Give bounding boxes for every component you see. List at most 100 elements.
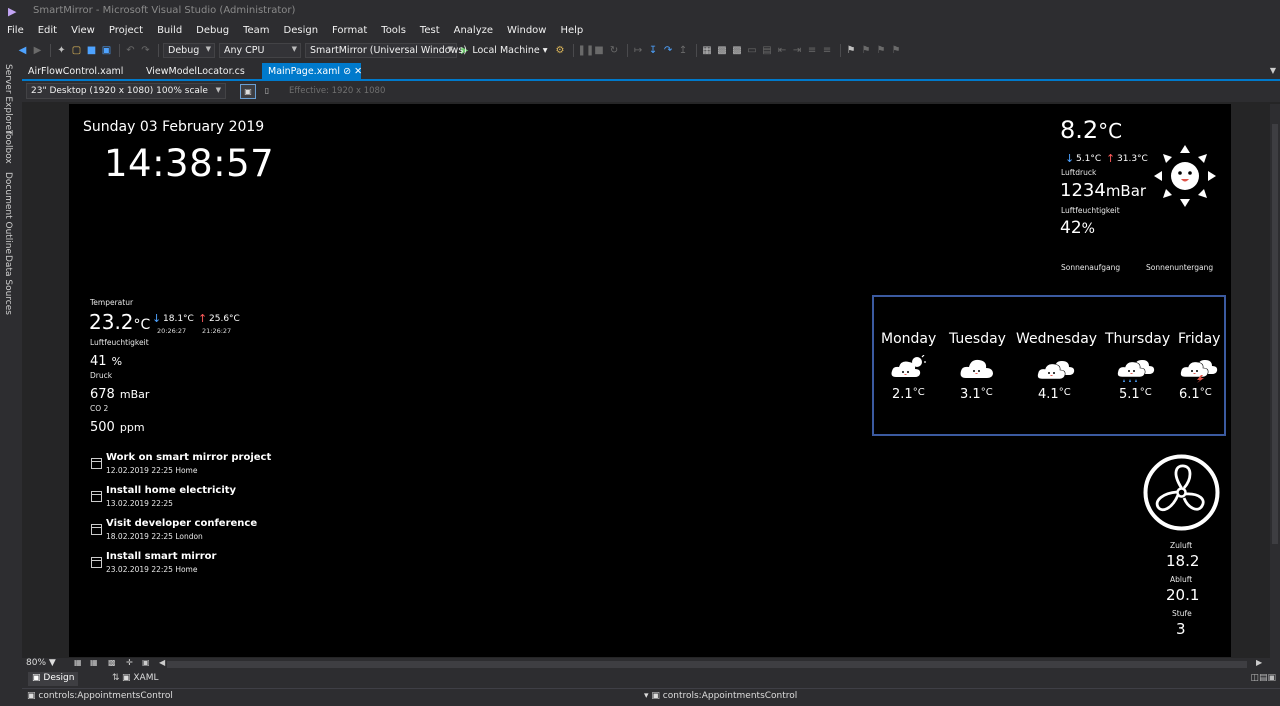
bookmark-icon[interactable]: ⚑ (845, 45, 858, 56)
toolbox-tab[interactable]: Toolbox (3, 130, 13, 164)
tab-list-dropdown-icon[interactable]: ▼ (1270, 66, 1276, 75)
indoor-humidity: 41 % (90, 350, 122, 369)
platform-combo[interactable]: Any CPU ▼ (219, 42, 301, 58)
open-folder-icon[interactable]: ▢ (70, 45, 83, 56)
menu-help[interactable]: Help (553, 22, 590, 40)
uncomment-lines-icon[interactable]: ≡ (821, 45, 834, 56)
device-icon[interactable]: ▣ (142, 658, 150, 667)
forecast-day: Friday (1178, 331, 1221, 347)
forecast-temp-unit: °C (1199, 387, 1212, 398)
data-sources-tab[interactable]: Data Sources (3, 255, 13, 315)
xaml-view-tab[interactable]: ▣ XAML (122, 673, 159, 683)
co2-value: 500 (90, 420, 115, 435)
appointment-title: Install smart mirror (106, 551, 217, 562)
menu-analyze[interactable]: Analyze (447, 22, 500, 40)
swap-panes-icon[interactable]: ⇅ (112, 673, 120, 683)
forward-icon[interactable]: ▶ (31, 45, 44, 56)
vertical-scrollbar-thumb[interactable] (1272, 124, 1278, 544)
server-explorer-tab[interactable]: Server Explorer (3, 64, 13, 134)
arrow-up-icon: ↑ (198, 312, 208, 325)
menu-debug[interactable]: Debug (189, 22, 236, 40)
design-view-tab[interactable]: ▣ Design (28, 672, 79, 686)
menu-tools[interactable]: Tools (374, 22, 413, 40)
comment-lines-icon[interactable]: ≡ (806, 45, 819, 56)
menu-edit[interactable]: Edit (31, 22, 64, 40)
snap-lines-icon[interactable]: ✛ (126, 658, 133, 667)
zoom-combo[interactable]: 80% ▼ (26, 658, 56, 668)
element-path-left[interactable]: ▣ controls:AppointmentsControl (27, 691, 173, 701)
scroll-left-icon[interactable]: ◀ (159, 658, 165, 667)
snap-grid-icon[interactable]: ▦ (90, 658, 98, 667)
document-outline-tab[interactable]: Document Outline (3, 172, 13, 254)
restart-icon[interactable]: ↻ (608, 45, 621, 56)
browser-link-icon[interactable]: ⚙ (554, 45, 567, 56)
pause-icon[interactable]: ❚❚ (578, 45, 595, 56)
pin-icon[interactable]: ⊘ (343, 66, 351, 77)
effective-resolution: Effective: 1920 x 1080 (289, 86, 386, 96)
menu-test[interactable]: Test (413, 22, 447, 40)
forecast-day: Wednesday (1016, 331, 1098, 347)
indoor-min-time: 20:26:27 (157, 327, 187, 335)
startup-project-value: SmartMirror (Universal Windows) (310, 44, 467, 56)
step-into-icon[interactable]: ↧ (647, 45, 660, 56)
menu-team[interactable]: Team (236, 22, 276, 40)
startup-project-combo[interactable]: SmartMirror (Universal Windows) ▼ (305, 42, 467, 58)
menu-format[interactable]: Format (325, 22, 374, 40)
tab-mainpage[interactable]: MainPage.xaml ⊘ ✕ (262, 63, 362, 80)
scroll-right-icon[interactable]: ▶ (1256, 658, 1262, 667)
chevron-down-icon: ▼ (291, 44, 297, 53)
element-path-right[interactable]: ▾ ▣ controls:AppointmentsControl (644, 691, 797, 701)
sun-icon (1154, 145, 1216, 207)
forecast-temp-unit: °C (912, 387, 925, 398)
outdoor-pressure-label: Luftdruck (1061, 168, 1097, 177)
outdent-icon[interactable]: ⇥ (791, 45, 804, 56)
outdoor-humidity-label: Luftfeuchtigkeit (1061, 206, 1120, 215)
close-icon[interactable]: ✕ (354, 66, 362, 77)
appointment-title: Install home electricity (106, 485, 237, 496)
menu-project[interactable]: Project (102, 22, 150, 40)
menu-design[interactable]: Design (277, 22, 326, 40)
stop-icon[interactable]: ■ (593, 45, 606, 56)
step-out-icon[interactable]: ↥ (677, 45, 690, 56)
save-icon[interactable]: ■ (85, 45, 98, 56)
run-button[interactable]: ▶ Local Machine ▾ (461, 45, 548, 56)
clear-bookmarks-icon[interactable]: ⚑ (890, 45, 903, 56)
next-bookmark-icon[interactable]: ⚑ (875, 45, 888, 56)
artboard-icon[interactable]: ▩ (108, 658, 116, 667)
prev-bookmark-icon[interactable]: ⚑ (860, 45, 873, 56)
comment-icon[interactable]: ▭ (746, 45, 759, 56)
menu-bar: File Edit View Project Build Debug Team … (0, 22, 1280, 40)
configuration-combo[interactable]: Debug ▼ (163, 42, 215, 58)
landscape-orientation-icon[interactable]: ▣ (240, 84, 256, 99)
layout-icon[interactable]: ▩ (716, 45, 729, 56)
vertical-scrollbar[interactable] (1270, 104, 1280, 658)
split-layout-icon[interactable]: ◫▤▣ (1250, 673, 1276, 683)
tab-mainpage-label: MainPage.xaml (268, 66, 341, 77)
standard-toolbar: ◀ ▶ ✦ ▢ ■ ▣ ↶ ↷ Debug ▼ Any CPU ▼ SmartMir… (0, 40, 1280, 60)
tab-viewmodellocator[interactable]: ViewModelLocator.cs (140, 63, 251, 80)
menu-window[interactable]: Window (500, 22, 553, 40)
menu-file[interactable]: File (0, 22, 31, 40)
new-project-icon[interactable]: ✦ (55, 45, 68, 56)
back-icon[interactable]: ◀ (16, 45, 29, 56)
align-icon[interactable]: ▤ (761, 45, 774, 56)
redo-icon[interactable]: ↷ (139, 45, 152, 56)
element-icon: ▣ (651, 691, 660, 701)
appointment-details: 13.02.2019 22:25 (106, 499, 173, 508)
tab-airflowcontrol[interactable]: AirFlowControl.xaml (22, 63, 129, 80)
device-preview-combo[interactable]: 23" Desktop (1920 x 1080) 100% scale ▼ (26, 83, 226, 99)
horizontal-scrollbar[interactable] (167, 661, 1247, 668)
menu-view[interactable]: View (64, 22, 102, 40)
grid-icon[interactable]: ▦ (74, 658, 82, 667)
forecast-panel[interactable]: Monday Tuesday Wednesday Thursday Friday… (872, 295, 1226, 436)
indent-icon[interactable]: ⇤ (776, 45, 789, 56)
toolbar-separator (50, 43, 51, 57)
menu-build[interactable]: Build (150, 22, 189, 40)
portrait-orientation-icon[interactable]: ▯ (260, 84, 274, 99)
layout-alt-icon[interactable]: ▩ (731, 45, 744, 56)
save-all-icon[interactable]: ▣ (100, 45, 113, 56)
undo-icon[interactable]: ↶ (124, 45, 137, 56)
step-over-icon[interactable]: ↷ (662, 45, 675, 56)
show-next-statement-icon[interactable]: ↦ (632, 45, 645, 56)
hex-display-icon[interactable]: ▦ (701, 45, 714, 56)
